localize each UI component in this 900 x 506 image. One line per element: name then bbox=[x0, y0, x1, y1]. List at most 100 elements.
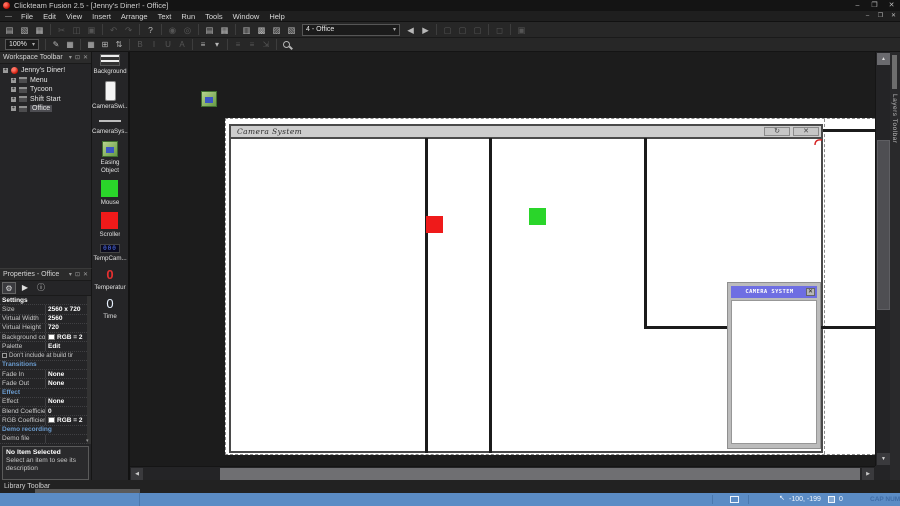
scroll-down-icon[interactable]: ▼ bbox=[877, 453, 890, 465]
storyboard-editor-icon[interactable]: ▤ bbox=[203, 24, 216, 36]
menu-arrange[interactable]: Arrange bbox=[116, 11, 153, 22]
pin-icon[interactable]: ⊡ bbox=[75, 271, 80, 278]
object-item-temperatur[interactable]: 0 Temperatur bbox=[94, 268, 125, 292]
panel-close-icon[interactable]: ✕ bbox=[83, 271, 88, 278]
property-value[interactable]: RGB = 2 bbox=[45, 416, 91, 425]
mdi-minimize-button[interactable]: – bbox=[861, 11, 874, 22]
tree-item-tycoon[interactable]: + Tycoon bbox=[0, 85, 91, 95]
wall-line[interactable] bbox=[489, 138, 492, 453]
object-item-cameraswi[interactable]: CameraSwi... bbox=[92, 81, 128, 110]
frame-editor-icon[interactable]: ▦ bbox=[218, 24, 231, 36]
tree-item-office[interactable]: + Office bbox=[0, 104, 91, 114]
object-item-tempcam[interactable]: 000 TempCam... bbox=[93, 243, 127, 262]
property-value[interactable]: 2560 bbox=[45, 314, 91, 323]
property-value[interactable]: None bbox=[45, 379, 91, 388]
menu-edit[interactable]: Edit bbox=[38, 11, 61, 22]
picture-editor-icon[interactable]: ▨ bbox=[270, 24, 283, 36]
tree-expand-icon[interactable]: + bbox=[11, 106, 16, 112]
tree-expand-icon[interactable]: + bbox=[11, 87, 16, 93]
minimize-button[interactable]: – bbox=[849, 0, 866, 11]
scroll-right-icon[interactable]: ▶ bbox=[862, 468, 874, 480]
refresh-icon[interactable]: ↻ bbox=[764, 127, 790, 136]
save-file-icon[interactable]: ▦ bbox=[33, 24, 46, 36]
menu-tools[interactable]: Tools bbox=[200, 11, 228, 22]
menu-file[interactable]: File bbox=[16, 11, 38, 22]
close-button[interactable]: ✕ bbox=[883, 0, 900, 11]
frame-editor-canvas[interactable]: Camera System ↻ ✕ CAMERA SYSTEM ✕ bbox=[130, 52, 875, 466]
close-icon[interactable]: ✕ bbox=[806, 288, 815, 296]
layers-toolbar-tab[interactable]: Layers Toolbar bbox=[890, 52, 900, 480]
panel-menu-icon[interactable]: ▾ bbox=[69, 54, 72, 61]
grid-edit-icon[interactable]: ✎ bbox=[50, 39, 62, 50]
zoom-find-icon[interactable] bbox=[283, 41, 290, 48]
tab-runtime-options[interactable]: ▶ bbox=[18, 282, 32, 294]
show-grid-icon[interactable]: ▦ bbox=[85, 39, 97, 50]
property-value[interactable]: 2560 x 720 bbox=[45, 305, 91, 314]
wall-line[interactable] bbox=[644, 138, 647, 328]
restore-button[interactable]: ❐ bbox=[866, 0, 883, 11]
next-frame-button[interactable]: ▶ bbox=[419, 24, 432, 36]
scroll-up-icon[interactable]: ▲ bbox=[877, 53, 890, 65]
object-item-time[interactable]: 0 Time bbox=[103, 297, 117, 321]
properties-scrollbar[interactable] bbox=[86, 296, 91, 444]
menu-run[interactable]: Run bbox=[176, 11, 200, 22]
canvas-horizontal-scrollbar[interactable]: ◀ ▶ bbox=[130, 466, 875, 480]
object-item-mouse[interactable]: Mouse bbox=[101, 179, 119, 206]
scroll-left-icon[interactable]: ◀ bbox=[131, 468, 143, 480]
tree-item-shift-start[interactable]: + Shift Start bbox=[0, 95, 91, 105]
menu-view[interactable]: View bbox=[61, 11, 87, 22]
wall-line[interactable] bbox=[823, 129, 875, 132]
zoom-selector[interactable]: 100% ▾ bbox=[5, 39, 39, 50]
pin-icon[interactable]: ⊡ bbox=[75, 54, 80, 61]
mdi-close-button[interactable]: ✕ bbox=[887, 11, 900, 22]
color-swatch[interactable] bbox=[48, 334, 55, 341]
property-value[interactable]: Edit bbox=[45, 342, 91, 351]
property-value[interactable]: RGB = 2 bbox=[45, 333, 91, 342]
property-value[interactable]: None bbox=[45, 370, 91, 379]
property-value[interactable]: 720 bbox=[45, 323, 91, 332]
tab-about[interactable]: ⓘ bbox=[34, 282, 48, 294]
panel-close-icon[interactable]: ✕ bbox=[83, 54, 88, 61]
vertical-scroll-thumb[interactable] bbox=[877, 140, 890, 310]
easing-object-instance[interactable] bbox=[201, 91, 217, 107]
object-item-scroller[interactable]: Scroller bbox=[100, 211, 120, 238]
horizontal-scroll-thumb[interactable] bbox=[220, 468, 860, 480]
open-file-icon[interactable]: ▧ bbox=[18, 24, 31, 36]
mdi-child-icon[interactable]: — bbox=[5, 13, 12, 20]
tree-expand-icon[interactable]: + bbox=[11, 96, 16, 102]
help-icon[interactable]: ? bbox=[144, 24, 157, 36]
menu-insert[interactable]: Insert bbox=[87, 11, 116, 22]
property-value[interactable]: 0 bbox=[45, 407, 91, 416]
mdi-restore-button[interactable]: ❐ bbox=[874, 11, 887, 22]
menu-help[interactable]: Help bbox=[264, 11, 289, 22]
align-menu-icon[interactable]: ≡ bbox=[197, 39, 209, 50]
wall-line[interactable] bbox=[425, 138, 428, 453]
event-editor-icon[interactable]: ▥ bbox=[240, 24, 253, 36]
object-item-background[interactable]: Background bbox=[93, 54, 127, 75]
grid-setup-icon[interactable]: ▦ bbox=[64, 39, 76, 50]
retro-camera-window[interactable]: CAMERA SYSTEM ✕ bbox=[727, 282, 821, 449]
previous-frame-button[interactable]: ◀ bbox=[404, 24, 417, 36]
menu-window[interactable]: Window bbox=[228, 11, 265, 22]
tree-expand-icon[interactable]: + bbox=[11, 77, 16, 83]
align-menu-arrow-icon[interactable]: ▾ bbox=[211, 39, 223, 50]
tree-expand-icon[interactable]: + bbox=[3, 68, 8, 74]
snap-to-grid-icon[interactable]: ⊞ bbox=[99, 39, 111, 50]
tab-settings[interactable]: ⚙ bbox=[2, 282, 16, 294]
object-item-camerasys[interactable]: CameraSys... bbox=[92, 116, 128, 135]
checkbox[interactable] bbox=[2, 353, 7, 359]
debugger-icon[interactable]: ▧ bbox=[285, 24, 298, 36]
layers-toolbar-grip[interactable] bbox=[892, 55, 897, 89]
frame-selector[interactable]: 4 - Office ▾ bbox=[302, 23, 400, 36]
new-file-icon[interactable]: ▤ bbox=[3, 24, 16, 36]
panel-menu-icon[interactable]: ▾ bbox=[69, 271, 72, 278]
scroller-object-instance[interactable] bbox=[426, 216, 443, 233]
menu-text[interactable]: Text bbox=[153, 11, 177, 22]
object-order-icon[interactable]: ⇅ bbox=[113, 39, 125, 50]
color-swatch[interactable] bbox=[48, 417, 55, 424]
mouse-object-instance[interactable] bbox=[529, 208, 546, 225]
frame-area[interactable]: Camera System ↻ ✕ CAMERA SYSTEM ✕ bbox=[225, 118, 875, 455]
object-item-easingobject[interactable]: Easing Object bbox=[92, 141, 128, 174]
canvas-vertical-scrollbar[interactable]: ▲ ▼ bbox=[875, 52, 890, 466]
property-value[interactable] bbox=[45, 434, 91, 443]
